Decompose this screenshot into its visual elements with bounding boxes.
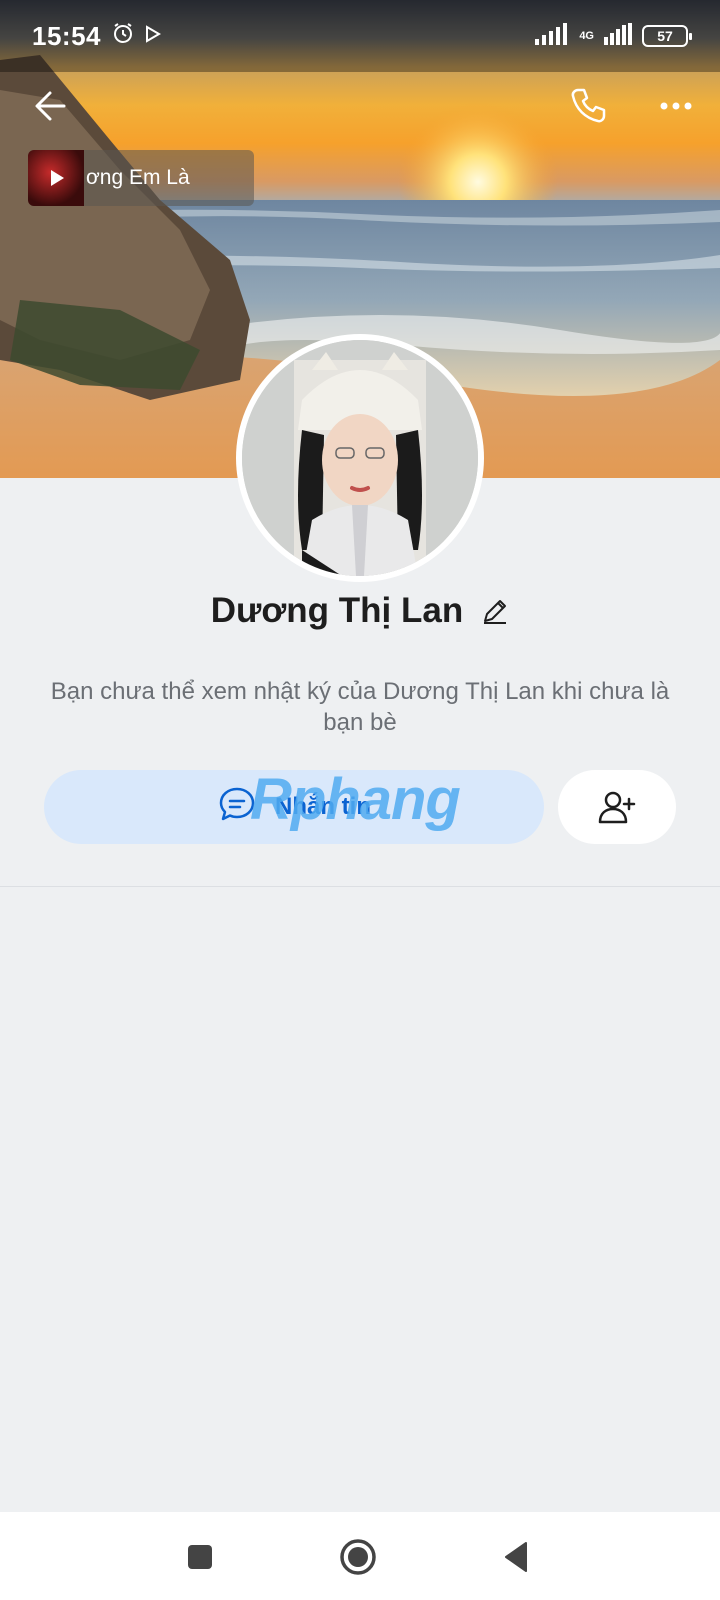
play-icon [51,170,64,186]
triangle-back-icon [505,1542,527,1572]
more-options-button[interactable] [654,84,698,128]
send-message-button[interactable]: Nhắn tin [44,770,544,844]
music-thumbnail[interactable] [28,150,84,206]
profile-music-player[interactable]: ơng Em Là [28,150,254,206]
profile-name-row: Dương Thị Lan [0,588,720,634]
add-user-icon [598,791,636,824]
signal-icon [535,22,569,50]
send-message-label: Nhắn tin [275,793,371,820]
network-type: 4G [579,29,594,42]
system-back-button[interactable] [491,1532,541,1582]
status-bar: 15:54 4G 57 [0,0,720,72]
battery-icon: 57 [642,25,692,47]
play-store-icon [145,22,161,50]
more-horizontal-icon [660,102,692,110]
system-nav-bar [0,1512,720,1600]
section-divider [0,886,720,887]
chat-bubble-icon [217,785,257,830]
battery-level: 57 [657,28,673,44]
status-time: 15:54 [32,20,101,51]
add-friend-button[interactable] [558,770,676,844]
square-icon [188,1545,212,1569]
home-button[interactable] [333,1532,383,1582]
pencil-icon[interactable] [481,597,509,625]
avatar[interactable] [236,334,484,582]
alarm-icon [111,21,135,52]
music-title: ơng Em Là [86,166,190,189]
avatar-photo [242,340,478,576]
recent-apps-button[interactable] [175,1532,225,1582]
back-button[interactable] [30,84,74,128]
call-button[interactable] [566,84,610,128]
circle-icon [340,1539,376,1575]
arrow-left-icon [35,91,66,121]
privacy-notice: Bạn chưa thể xem nhật ký của Dương Thị L… [50,678,670,736]
phone-icon [571,88,606,123]
profile-name: Dương Thị Lan [210,591,464,630]
signal-4g-icon [604,22,632,50]
